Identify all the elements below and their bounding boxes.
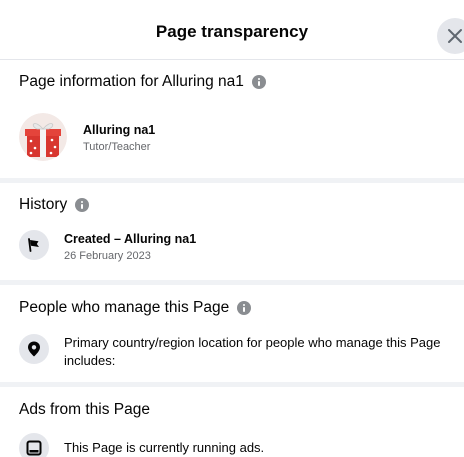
managers-location-texts: Primary country/region location for peop… xyxy=(64,334,449,370)
ads-heading-text: Ads from this Page xyxy=(19,401,150,418)
history-created-texts: Created – Alluring na1 26 February 2023 xyxy=(64,231,196,263)
managers-location-row: Primary country/region location for peop… xyxy=(19,334,464,370)
flag-icon-container xyxy=(19,230,49,260)
section-divider xyxy=(0,178,464,183)
created-label: Created – Alluring na1 xyxy=(64,232,197,246)
history-heading-text: History xyxy=(19,196,68,213)
location-icon-container xyxy=(19,334,49,364)
ads-status-text: This Page is currently running ads. xyxy=(64,440,265,455)
location-pin-icon xyxy=(28,341,40,357)
page-profile-row: Alluring na1 Tutor/Teacher xyxy=(19,113,464,161)
history-created-row: Created – Alluring na1 26 February 2023 xyxy=(19,230,464,263)
ads-status-texts: This Page is currently running ads. xyxy=(64,439,264,457)
section-divider xyxy=(0,280,464,285)
page-avatar xyxy=(19,113,67,161)
page-profile-texts: Alluring na1 Tutor/Teacher xyxy=(83,122,155,154)
gift-box-image xyxy=(19,113,67,161)
page-category: Tutor/Teacher xyxy=(83,141,151,153)
info-icon[interactable] xyxy=(75,198,90,212)
ad-screen-icon xyxy=(26,440,42,456)
dialog-header: Page transparency xyxy=(0,0,464,60)
created-date: 26 February 2023 xyxy=(64,250,151,262)
managers-heading-text: People who manage this Page xyxy=(19,299,230,316)
page-info-heading-text: Page information for Alluring na1 xyxy=(19,73,244,90)
ads-status-row: This Page is currently running ads. xyxy=(19,433,464,457)
dialog-title: Page transparency xyxy=(155,22,309,41)
ads-icon-container xyxy=(19,433,49,457)
managers-heading: People who manage this Page xyxy=(19,299,252,317)
close-icon xyxy=(448,29,462,43)
history-heading: History xyxy=(19,196,90,214)
managers-location-text: Primary country/region location for peop… xyxy=(64,335,441,368)
info-icon[interactable] xyxy=(251,75,266,89)
section-divider xyxy=(0,382,464,387)
page-name[interactable]: Alluring na1 xyxy=(83,122,155,138)
info-icon[interactable] xyxy=(237,301,252,315)
page-info-heading: Page information for Alluring na1 xyxy=(19,73,266,91)
close-button[interactable] xyxy=(437,18,464,54)
ads-heading: Ads from this Page xyxy=(19,401,150,419)
flag-icon xyxy=(28,238,39,252)
